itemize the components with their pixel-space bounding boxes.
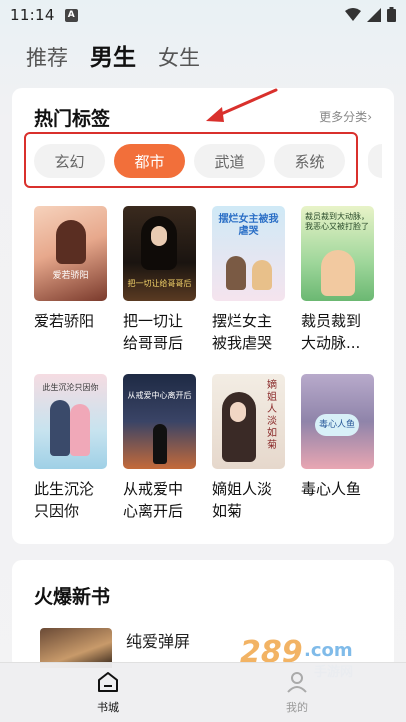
tag-xuanhuan[interactable]: 玄幻 <box>34 144 105 178</box>
book-cover-face <box>151 226 167 246</box>
status-icons <box>345 7 396 22</box>
book-cover[interactable]: 裁员裁到大动脉，我恶心又被打脸了 <box>301 206 374 301</box>
book-cover-text: 嫡姐人淡如菊 <box>267 380 277 451</box>
book-cover-figure <box>50 400 70 456</box>
book-cover[interactable]: 毒心人鱼 <box>301 374 374 469</box>
book-cover-text: 此生沉沦只因你 <box>42 383 99 392</box>
book-cover-text: 裁员裁到大动脉，我恶心又被打脸了 <box>305 212 369 231</box>
book-cover-figure <box>56 220 86 264</box>
book-cover-text: 从戒爱中心离开后 <box>127 391 192 400</box>
book-title: 裁员裁到大动脉... <box>301 312 362 352</box>
book-cover-text: 爱若骄阳 <box>52 271 89 281</box>
book-item[interactable]: 把一切让给哥哥后 把一切让给哥哥后 <box>123 206 196 354</box>
annotation-arrow-icon <box>206 88 278 122</box>
top-tabs: 推荐 男生 女生 <box>26 38 200 72</box>
chevron-right-icon: › <box>367 110 372 124</box>
more-categories-link[interactable]: 更多分类› <box>319 108 372 125</box>
status-bar: 11:14 A <box>0 0 406 30</box>
tag-dushi[interactable]: 都市 <box>114 144 185 178</box>
book-cover-figure-2 <box>252 260 272 290</box>
book-cover-figure <box>226 256 246 290</box>
hot-tags-card: 热门标签 更多分类› 玄幻 都市 武道 系统 爱若骄阳 爱若骄阳 把一切让给哥哥… <box>12 88 394 544</box>
book-cover-text: 摆烂女主被我虐哭 <box>218 214 279 237</box>
tags-row: 玄幻 都市 武道 系统 <box>34 144 345 178</box>
home-icon <box>98 672 118 692</box>
book-item[interactable]: 裁员裁到大动脉，我恶心又被打脸了 裁员裁到大动脉... <box>301 206 374 354</box>
notification-icon: A <box>64 8 78 22</box>
tag-partial[interactable] <box>368 144 382 178</box>
hot-tags-title: 热门标签 <box>34 108 111 130</box>
nav-mine-label: 我的 <box>286 701 308 714</box>
book-cover[interactable]: 嫡姐人淡如菊 <box>212 374 285 469</box>
wifi-icon <box>345 7 361 21</box>
book-title: 嫡姐人淡如菊 <box>212 480 273 520</box>
tag-xitong[interactable]: 系统 <box>274 144 345 178</box>
book-title: 从戒爱中心离开后 <box>123 480 184 520</box>
tab-male[interactable]: 男生 <box>90 38 136 72</box>
book-item[interactable]: 从戒爱中心离开后 从戒爱中心离开后 <box>123 374 196 522</box>
book-cover-face <box>230 402 246 422</box>
book-grid: 爱若骄阳 爱若骄阳 把一切让给哥哥后 把一切让给哥哥后 摆烂女主被我虐哭 摆烂女… <box>34 206 374 522</box>
book-title: 爱若骄阳 <box>34 312 95 330</box>
new-books-title: 火爆新书 <box>34 586 111 608</box>
bottom-nav: 书城 我的 <box>0 662 406 722</box>
book-cover-figure <box>153 424 167 464</box>
book-cover[interactable]: 把一切让给哥哥后 <box>123 206 196 301</box>
battery-icon <box>387 7 396 22</box>
book-item[interactable]: 爱若骄阳 爱若骄阳 <box>34 206 107 354</box>
book-title: 把一切让给哥哥后 <box>123 312 184 352</box>
book-item[interactable]: 摆烂女主被我虐哭 摆烂女主被我虐哭 <box>212 206 285 354</box>
book-item[interactable]: 毒心人鱼 毒心人鱼 <box>301 374 374 522</box>
book-cover-text: 把一切让给哥哥后 <box>127 279 192 288</box>
book-cover[interactable]: 摆烂女主被我虐哭 <box>212 206 285 301</box>
book-title: 毒心人鱼 <box>301 480 362 498</box>
tab-recommend[interactable]: 推荐 <box>26 42 68 72</box>
profile-icon <box>287 672 307 693</box>
book-cover-text: 毒心人鱼 <box>315 414 359 436</box>
book-title: 摆烂女主被我虐哭 <box>212 312 273 352</box>
book-cover[interactable]: 爱若骄阳 <box>34 206 107 301</box>
nav-bookstore-label: 书城 <box>97 701 119 714</box>
book-title: 此生沉沦只因你 <box>34 480 95 520</box>
book-cover-figure-2 <box>70 404 90 456</box>
signal-icon <box>367 7 381 22</box>
book-title[interactable]: 纯爱弹屏 <box>126 628 190 652</box>
book-cover[interactable]: 此生沉沦只因你 <box>34 374 107 469</box>
nav-bookstore[interactable]: 书城 <box>78 671 138 715</box>
tag-wudao[interactable]: 武道 <box>194 144 265 178</box>
book-cover[interactable]: 从戒爱中心离开后 <box>123 374 196 469</box>
book-item[interactable]: 嫡姐人淡如菊 嫡姐人淡如菊 <box>212 374 285 522</box>
svg-text:.com: .com <box>304 640 353 661</box>
nav-mine[interactable]: 我的 <box>267 671 327 715</box>
more-categories-label: 更多分类 <box>319 110 368 124</box>
book-cover-figure <box>321 250 355 296</box>
status-time: 11:14 <box>10 6 55 24</box>
book-item[interactable]: 此生沉沦只因你 此生沉沦只因你 <box>34 374 107 522</box>
tab-female[interactable]: 女生 <box>158 42 200 72</box>
